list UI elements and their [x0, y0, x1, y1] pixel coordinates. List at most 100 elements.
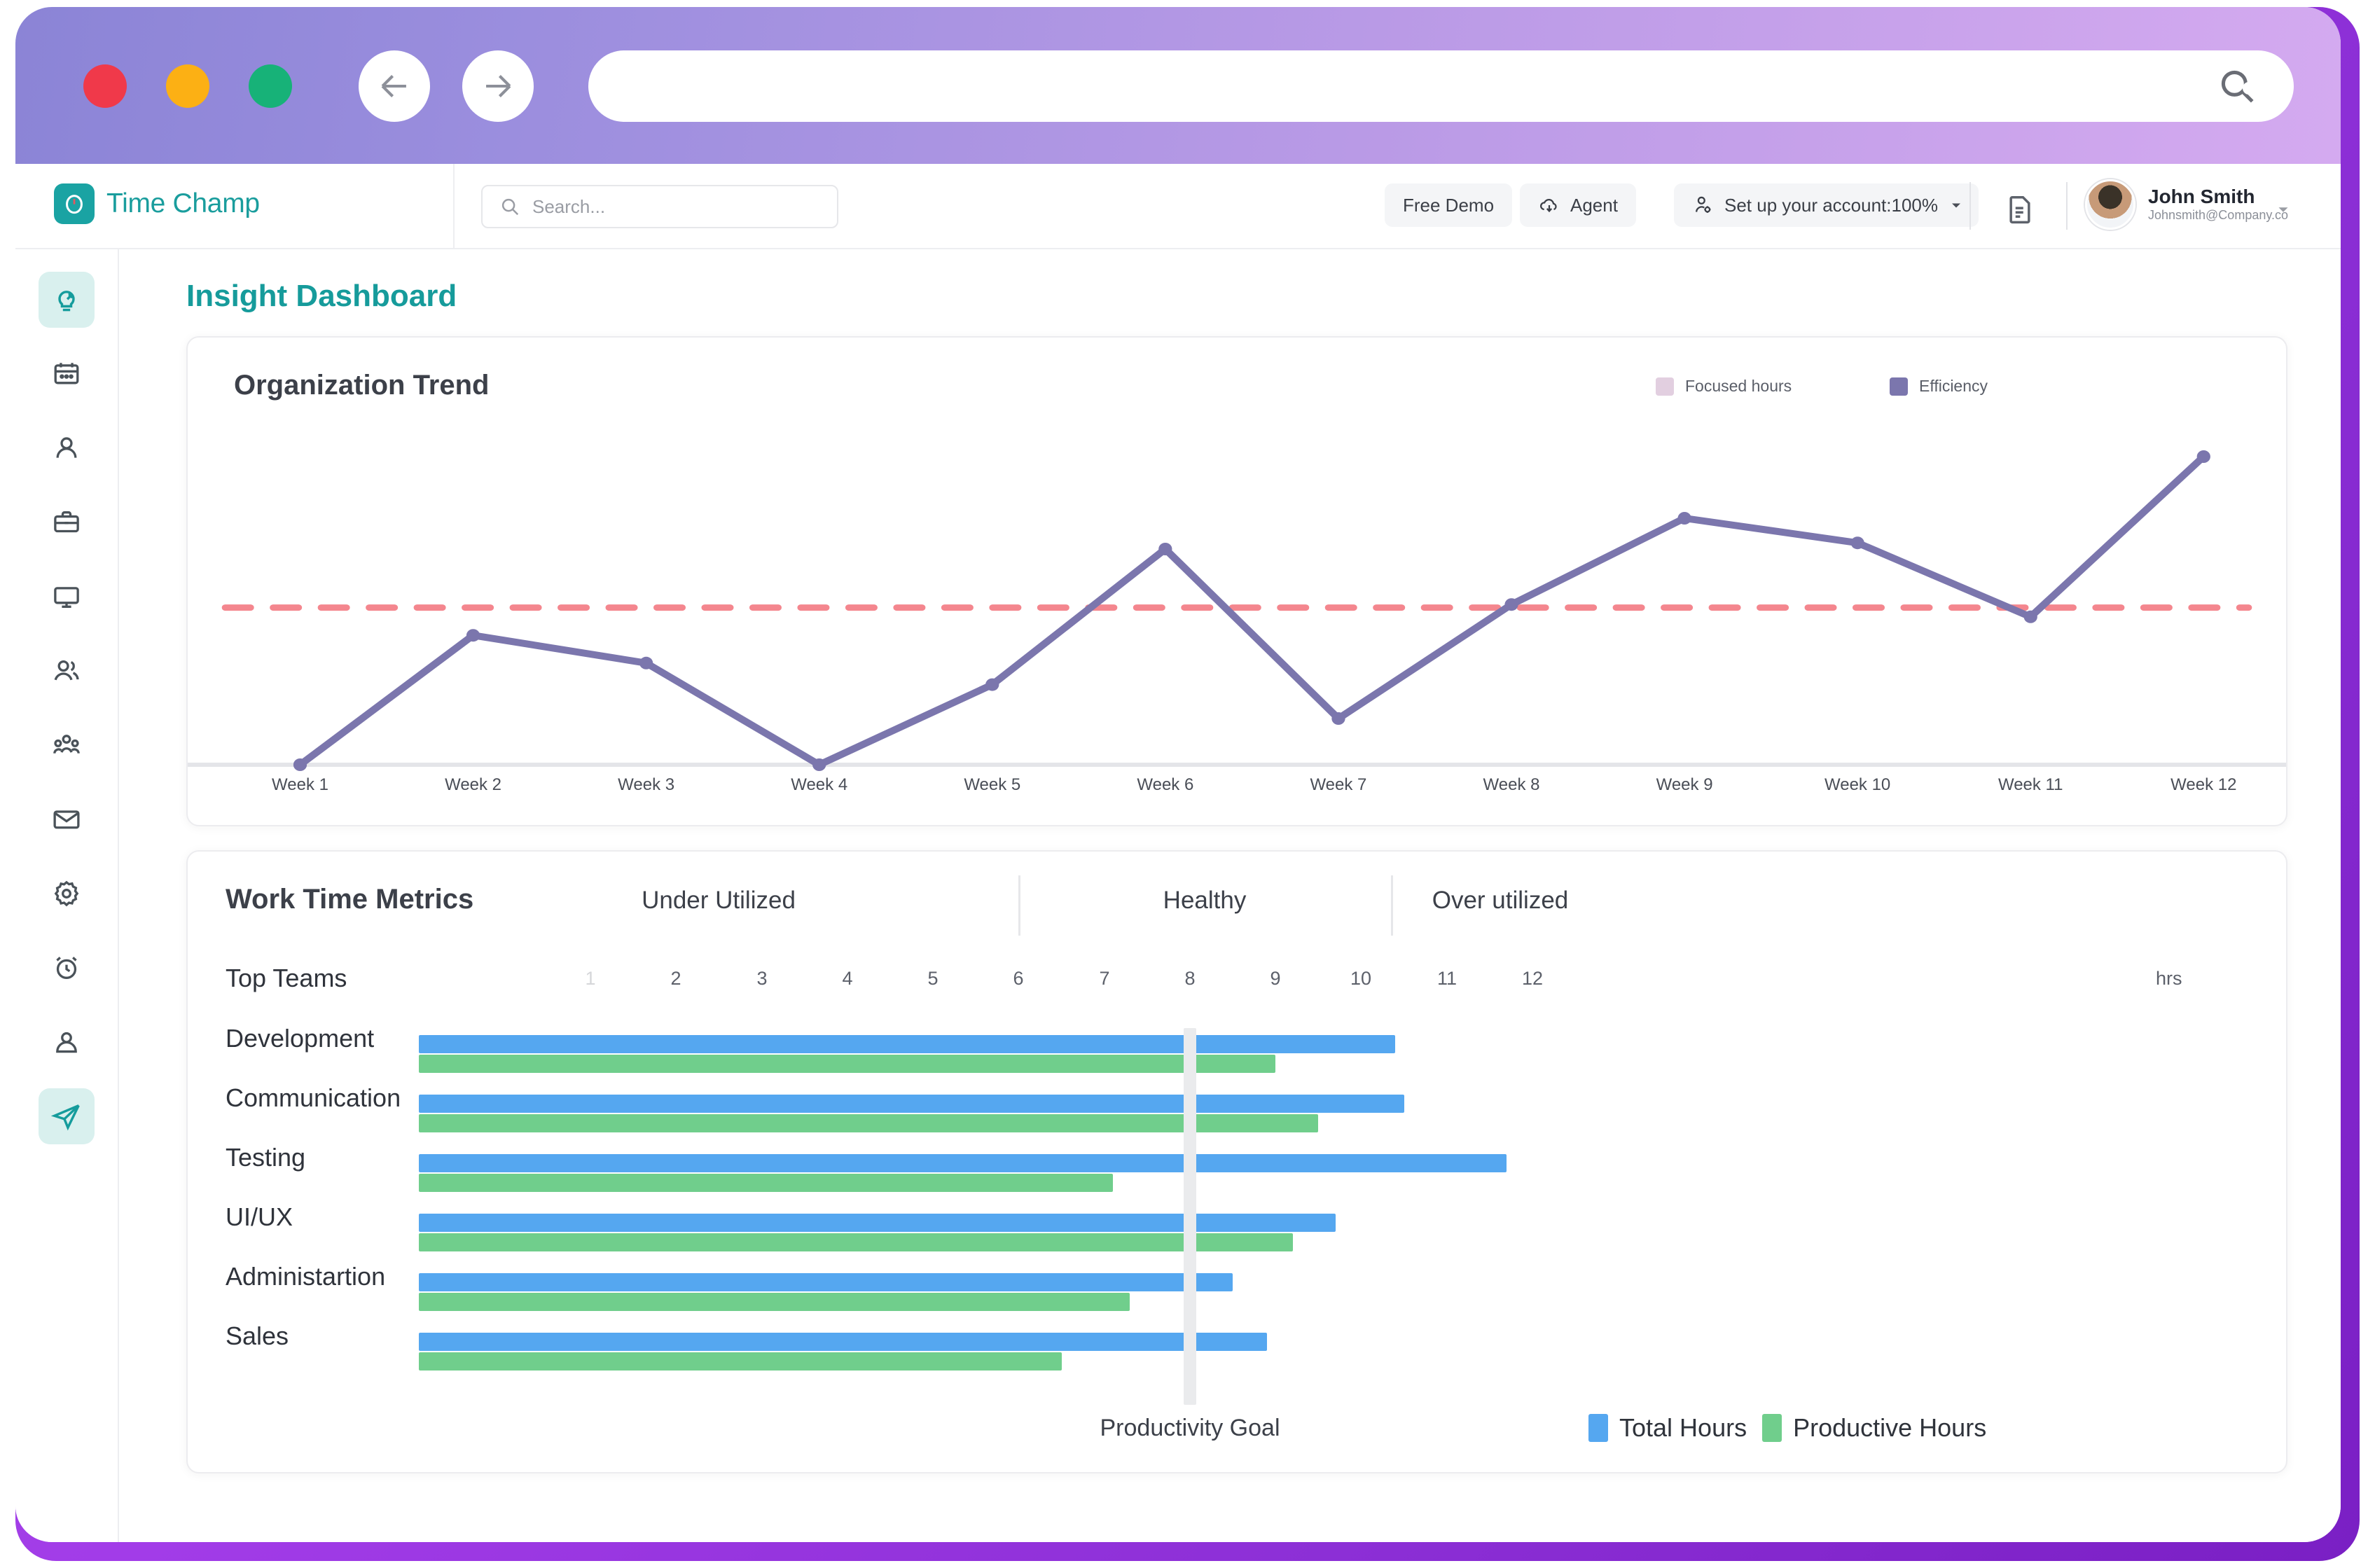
- x-axis-label: Week 8: [1483, 775, 1540, 794]
- x-axis-label: Week 1: [272, 775, 328, 794]
- zone-label-under-utilized: Under Utilized: [642, 887, 796, 914]
- bar-productive-hours[interactable]: [419, 1233, 1293, 1251]
- sidebar-item-people[interactable]: [39, 643, 95, 699]
- sidebar-item-profile[interactable]: [39, 420, 95, 476]
- insight-bulb-icon: [58, 291, 75, 312]
- sidebar-item-timers[interactable]: [39, 940, 95, 996]
- header-divider: [2066, 182, 2068, 230]
- zone-label-over-utilized: Over utilized: [1432, 887, 1569, 914]
- legend-item-efficiency[interactable]: Efficiency: [1890, 377, 1988, 396]
- legend-swatch: [1588, 1414, 1608, 1442]
- sidebar-item-calendar[interactable]: [39, 346, 95, 402]
- bar-productive-hours[interactable]: [419, 1174, 1113, 1192]
- chevron-down-icon[interactable]: [2274, 200, 2292, 218]
- x-axis-label: Week 10: [1824, 775, 1891, 794]
- traffic-light-minimize-icon[interactable]: [166, 64, 209, 108]
- user-gear-icon: [1696, 196, 1711, 213]
- bar-total-hours[interactable]: [419, 1214, 1336, 1232]
- data-point[interactable]: [466, 629, 480, 642]
- bar-productive-hours[interactable]: [419, 1055, 1275, 1073]
- agent-button[interactable]: Agent: [1520, 183, 1636, 227]
- browser-chrome: [15, 7, 2341, 164]
- browser-url-bar[interactable]: [588, 50, 2294, 122]
- sidebar: [15, 249, 119, 1542]
- traffic-light-close-icon[interactable]: [83, 64, 127, 108]
- legend-item-productive-hours[interactable]: Productive Hours: [1762, 1413, 1986, 1443]
- chart-title: Organization Trend: [234, 370, 490, 401]
- sidebar-item-mail[interactable]: [39, 791, 95, 847]
- team-label: Testing: [226, 1143, 306, 1172]
- traffic-light-maximize-icon[interactable]: [249, 64, 292, 108]
- x-axis-label: Week 11: [1997, 775, 2063, 794]
- bar-total-hours[interactable]: [419, 1154, 1507, 1172]
- document-icon[interactable]: [2004, 192, 2035, 227]
- bar-productive-hours[interactable]: [419, 1352, 1062, 1371]
- zone-label-healthy: Healthy: [1163, 887, 1247, 914]
- bar-total-hours[interactable]: [419, 1095, 1404, 1113]
- data-point[interactable]: [812, 758, 826, 771]
- avatar: [2085, 179, 2135, 230]
- sidebar-item-settings[interactable]: [39, 866, 95, 922]
- sidebar-item-insights[interactable]: [39, 272, 95, 328]
- team-label: Administartion: [226, 1262, 386, 1291]
- user-icon: [56, 437, 77, 458]
- brand-name: Time Champ: [106, 188, 260, 218]
- productivity-goal-label: Productivity Goal: [1100, 1415, 1280, 1441]
- data-point[interactable]: [1504, 598, 1518, 611]
- header-search-input[interactable]: Search...: [481, 185, 838, 228]
- setup-account-dropdown[interactable]: Set up your account:100%: [1674, 183, 1979, 227]
- legend-item-total-hours[interactable]: Total Hours: [1588, 1413, 1747, 1443]
- x-axis-label: Week 12: [2170, 775, 2237, 794]
- legend-item-focused-hours[interactable]: Focused hours: [1656, 377, 1792, 396]
- browser-forward-button[interactable]: [462, 50, 534, 122]
- team-group-icon: [53, 735, 80, 754]
- search-icon: [501, 198, 519, 216]
- sidebar-item-projects[interactable]: [39, 494, 95, 550]
- x-axis-label: Week 3: [618, 775, 675, 794]
- free-demo-button[interactable]: Free Demo: [1385, 183, 1513, 227]
- sidebar-item-account[interactable]: [39, 1014, 95, 1070]
- data-point[interactable]: [2023, 610, 2037, 623]
- x-axis-tick: 5: [927, 968, 939, 989]
- x-axis-label: Week 6: [1137, 775, 1194, 794]
- x-axis-label: Week 4: [791, 775, 848, 794]
- brand-logo[interactable]: Time Champ: [54, 183, 260, 224]
- data-point[interactable]: [293, 758, 307, 771]
- zone-divider: [1391, 875, 1393, 936]
- metrics-legend: Total Hours Productive Hours: [1588, 1413, 1986, 1443]
- data-point[interactable]: [1677, 512, 1691, 525]
- sidebar-item-screens[interactable]: [39, 569, 95, 625]
- data-point[interactable]: [1850, 536, 1864, 550]
- team-label: Sales: [226, 1321, 289, 1350]
- kebab-menu-icon: [2243, 56, 2255, 69]
- browser-back-button[interactable]: [359, 50, 430, 122]
- browser-menu-button[interactable]: [2243, 56, 2255, 120]
- legend-label: Efficiency: [1919, 377, 1988, 395]
- calendar-icon: [54, 363, 79, 384]
- user-name: John Smith: [2148, 186, 2255, 208]
- kebab-menu-icon: [2243, 108, 2255, 120]
- bar-total-hours[interactable]: [419, 1273, 1233, 1291]
- arrow-left-icon: [381, 75, 406, 97]
- alarm-clock-icon: [56, 957, 77, 979]
- bar-total-hours[interactable]: [419, 1333, 1267, 1351]
- users-icon: [54, 660, 79, 681]
- bar-total-hours[interactable]: [419, 1035, 1395, 1053]
- team-label: Communication: [226, 1083, 401, 1112]
- data-point[interactable]: [639, 656, 653, 669]
- send-paper-plane-icon: [50, 1104, 80, 1131]
- user-circle-icon: [56, 1032, 77, 1053]
- data-point[interactable]: [985, 678, 999, 691]
- sidebar-item-teams[interactable]: [39, 717, 95, 773]
- data-point[interactable]: [1331, 712, 1345, 725]
- data-point[interactable]: [1158, 543, 1172, 555]
- user-menu[interactable]: John Smith Johnsmith@Company.co: [2085, 179, 2288, 230]
- bar-productive-hours[interactable]: [419, 1293, 1130, 1311]
- sidebar-item-send[interactable]: [39, 1088, 95, 1144]
- cloud-download-icon: [1540, 199, 1557, 213]
- main-area: Insight Dashboard Organization Trend Foc…: [15, 249, 2341, 1542]
- x-axis-label: Week 9: [1656, 775, 1713, 794]
- data-point[interactable]: [2196, 450, 2210, 463]
- x-axis-tick: 7: [1099, 968, 1110, 989]
- top-teams-header: Top Teams: [226, 964, 347, 992]
